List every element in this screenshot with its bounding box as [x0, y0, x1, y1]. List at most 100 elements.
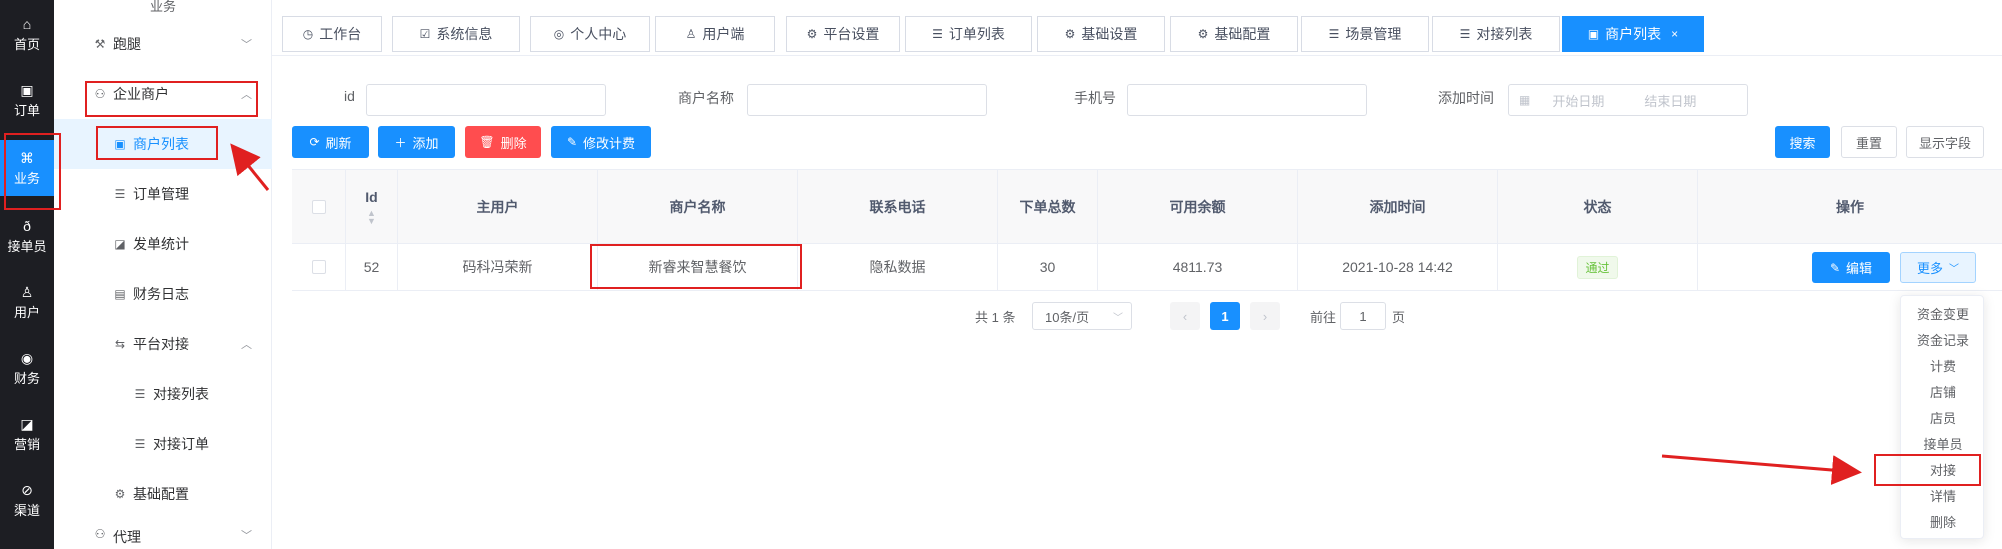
- sidebar-item-dispatch-stats[interactable]: ◪ 发单统计: [54, 219, 272, 269]
- sidebar-item-agent[interactable]: ⚇ 代理 ﹀: [54, 519, 272, 549]
- gear-icon: ⚙: [806, 27, 818, 41]
- sidebar-item-label: 财务日志: [133, 286, 189, 302]
- gear-icon: ⚙: [1197, 27, 1209, 41]
- sidebar-item-integration-orders[interactable]: ☰ 对接订单: [54, 419, 272, 469]
- menu-item-fund-change[interactable]: 资金变更: [1901, 300, 1985, 326]
- rail-item-home[interactable]: ⌂ 首页: [0, 6, 54, 62]
- tab-platform-settings[interactable]: ⚙ 平台设置: [786, 16, 900, 52]
- goto-page-input[interactable]: 1: [1340, 302, 1386, 330]
- sidebar-item-merchant-list[interactable]: ▣ 商户列表: [54, 119, 272, 169]
- order-icon: ▣: [20, 81, 34, 98]
- button-label: 修改计费: [583, 135, 636, 151]
- date-range-picker[interactable]: ▦ 开始日期 结束日期: [1508, 84, 1748, 116]
- reset-button[interactable]: 重置: [1841, 126, 1897, 158]
- sidebar-item-basic-config[interactable]: ⚙ 基础配置: [54, 469, 272, 519]
- menu-item-fund-record[interactable]: 资金记录: [1901, 326, 1985, 352]
- main-nav-rail: ⌂ 首页 ▣ 订单 ⌘ 业务 ð 接单员 ♙ 用户 ◉ 财务 ◪ 营销 ⊘ 渠道: [0, 0, 54, 549]
- chevron-up-icon: ︿: [241, 339, 252, 351]
- tab-order-list[interactable]: ☰ 订单列表: [905, 16, 1032, 52]
- sub-sidebar: 业务 ⚒ 跑腿 ﹀ ⚇ 企业商户 ︿ ▣ 商户列表 ☰ 订单管理 ◪ 发单统计 …: [54, 0, 272, 549]
- menu-item-integration[interactable]: 对接: [1901, 456, 1985, 482]
- sort-icon[interactable]: ▲ ▼: [367, 208, 376, 225]
- phone-input[interactable]: [1127, 84, 1367, 116]
- chevron-left-icon: ‹: [1182, 308, 1188, 324]
- menu-item-billing[interactable]: 计费: [1901, 352, 1985, 378]
- rail-item-user[interactable]: ♙ 用户: [0, 274, 54, 330]
- more-button[interactable]: 更多 ﹀: [1900, 252, 1976, 283]
- row-checkbox[interactable]: [311, 260, 326, 274]
- sidebar-item-enterprise-merchant[interactable]: ⚇ 企业商户 ︿: [54, 69, 272, 119]
- tab-user-client[interactable]: ♙ 用户端: [655, 16, 775, 52]
- errand-icon: ⚒: [94, 37, 106, 51]
- tab-integration-list[interactable]: ☰ 对接列表: [1432, 16, 1560, 52]
- add-button[interactable]: ＋ 添加: [378, 126, 455, 158]
- finance-icon: ◉: [20, 349, 34, 366]
- rail-item-label: 接单员: [7, 238, 47, 254]
- menu-item-details[interactable]: 详情: [1901, 482, 1985, 508]
- header-id[interactable]: Id ▲ ▼: [346, 170, 398, 243]
- chevron-right-icon: ›: [1262, 308, 1268, 324]
- table-row[interactable]: 52 码科冯荣新 新睿来智慧餐饮 隐私数据 30 4811.73 2021-10…: [292, 244, 2002, 291]
- sidebar-header: 业务: [149, 0, 176, 14]
- tab-workbench[interactable]: ◷ 工作台: [282, 16, 382, 52]
- column-title: 状态: [1583, 198, 1612, 215]
- chevron-down-icon: ﹀: [241, 530, 252, 542]
- sidebar-item-label: 发单统计: [133, 236, 189, 252]
- rail-item-marketing[interactable]: ◪ 营销: [0, 406, 54, 462]
- more-actions-dropdown: 资金变更 资金记录 计费 店铺 店员 接单员 对接 详情 删除: [1900, 295, 1984, 539]
- rail-item-order[interactable]: ▣ 订单: [0, 72, 54, 128]
- tab-label: 系统信息: [436, 26, 493, 42]
- merchant-name-input[interactable]: [747, 84, 987, 116]
- menu-item-staff[interactable]: 店员: [1901, 404, 1985, 430]
- menu-item-delete[interactable]: 删除: [1901, 508, 1985, 534]
- edit-billing-button[interactable]: ✎ 修改计费: [551, 126, 651, 158]
- cell-id: 52: [346, 244, 398, 290]
- edit-button[interactable]: ✎ 编辑: [1812, 252, 1890, 283]
- tab-system-info[interactable]: ☑ 系统信息: [392, 16, 520, 52]
- page-size-select[interactable]: 10条/页 ﹀: [1032, 302, 1132, 330]
- sidebar-item-errand[interactable]: ⚒ 跑腿 ﹀: [54, 19, 272, 69]
- annotation-arrow-right: [1661, 454, 1862, 485]
- tab-scene-manage[interactable]: ☰ 场景管理: [1301, 16, 1429, 52]
- document-icon: ☰: [114, 187, 126, 201]
- tab-basic-config[interactable]: ⚙ 基础配置: [1170, 16, 1298, 52]
- select-all-checkbox[interactable]: [311, 199, 326, 214]
- merchant-name-label: 商户名称: [678, 90, 734, 106]
- sidebar-item-integration-list[interactable]: ☰ 对接列表: [54, 369, 272, 419]
- sidebar-item-platform-integration[interactable]: ⇆ 平台对接 ︿: [54, 319, 272, 369]
- rail-item-rider[interactable]: ð 接单员: [0, 208, 54, 264]
- swap-icon: ⇆: [114, 337, 126, 351]
- show-fields-button[interactable]: 显示字段: [1906, 126, 1984, 158]
- tab-label: 订单列表: [948, 26, 1005, 42]
- pencil-icon: ✎: [566, 135, 578, 149]
- user-icon: ♙: [20, 283, 34, 300]
- rail-item-finance[interactable]: ◉ 财务: [0, 340, 54, 396]
- menu-item-store[interactable]: 店铺: [1901, 378, 1985, 404]
- menu-item-rider[interactable]: 接单员: [1901, 430, 1985, 456]
- sidebar-item-finance-log[interactable]: ▤ 财务日志: [54, 269, 272, 319]
- header-balance: 可用余额: [1098, 170, 1298, 243]
- delete-button[interactable]: 🗑 删除: [465, 126, 541, 158]
- tab-merchant-list[interactable]: ▣ 商户列表 ×: [1562, 16, 1704, 52]
- tab-basic-settings[interactable]: ⚙ 基础设置: [1037, 16, 1165, 52]
- check-square-icon: ☑: [419, 27, 431, 41]
- rail-item-label: 订单: [13, 102, 40, 118]
- start-date-input[interactable]: 开始日期: [1552, 91, 1604, 110]
- page-size-value: 10条/页: [1045, 309, 1090, 325]
- header-status: 状态: [1498, 170, 1698, 243]
- prev-page-button[interactable]: ‹: [1170, 302, 1200, 330]
- refresh-button[interactable]: ⟳ 刷新: [292, 126, 369, 158]
- id-input[interactable]: [366, 84, 606, 116]
- rail-item-channel[interactable]: ⊘ 渠道: [0, 472, 54, 528]
- sidebar-item-label: 对接订单: [153, 436, 209, 452]
- search-button[interactable]: 搜索: [1775, 126, 1830, 158]
- tab-profile[interactable]: ◎ 个人中心: [530, 16, 650, 52]
- calendar-icon: ▦: [1519, 93, 1531, 107]
- header-owner: 主用户: [398, 170, 598, 243]
- close-icon[interactable]: ×: [1671, 27, 1678, 41]
- end-date-input[interactable]: 结束日期: [1644, 91, 1696, 110]
- page-number-current[interactable]: 1: [1210, 302, 1240, 330]
- rail-item-business[interactable]: ⌘ 业务: [0, 140, 54, 196]
- next-page-button[interactable]: ›: [1250, 302, 1280, 330]
- sidebar-item-order-manage[interactable]: ☰ 订单管理: [54, 169, 272, 219]
